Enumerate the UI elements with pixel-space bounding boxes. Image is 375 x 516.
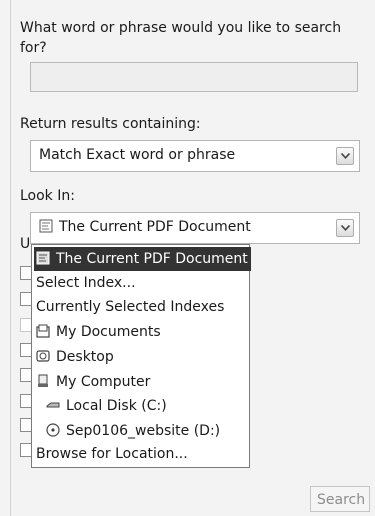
look-in-option-current-pdf[interactable]: The Current PDF Document: [34, 247, 251, 271]
search-input[interactable]: [30, 62, 358, 92]
look-in-option-label: Local Disk (C:): [66, 398, 167, 414]
look-in-option-browse[interactable]: Browse for Location...: [36, 442, 188, 466]
panel-border: [10, 0, 11, 516]
search-question-label: What word or phrase would you like to se…: [20, 20, 342, 56]
optical-drive-icon: [46, 423, 60, 437]
return-results-label: Return results containing:: [20, 116, 201, 132]
look-in-dropdown-button[interactable]: [336, 219, 354, 237]
look-in-option-label: My Computer: [56, 374, 151, 390]
look-in-option-label: My Documents: [56, 324, 161, 340]
hidden-section-label: U: [20, 236, 31, 252]
look-in-dropdown-list: The Current PDF Document Select Index...…: [31, 244, 251, 468]
look-in-select[interactable]: The Current PDF Document: [30, 212, 360, 244]
look-in-selected-text: The Current PDF Document: [59, 219, 251, 235]
chevron-down-icon: [341, 153, 350, 159]
match-type-value: Match Exact word or phrase: [39, 147, 236, 163]
look-in-option-selected-indexes[interactable]: Currently Selected Indexes: [36, 295, 224, 319]
look-in-option-sep0106-website[interactable]: Sep0106_website (D:): [46, 419, 220, 443]
look-in-option-label: Select Index...: [36, 275, 136, 291]
look-in-value: The Current PDF Document: [39, 219, 251, 235]
look-in-option-label: Currently Selected Indexes: [36, 299, 225, 315]
look-in-option-local-disk[interactable]: Local Disk (C:): [46, 394, 167, 418]
search-panel: What word or phrase would you like to se…: [0, 0, 375, 516]
look-in-option-label: Sep0106_website (D:): [66, 423, 221, 439]
folder-documents-icon: [36, 324, 50, 338]
look-in-option-desktop[interactable]: Desktop: [36, 345, 114, 369]
look-in-option-label: The Current PDF Document: [56, 251, 248, 267]
look-in-option-label: Browse for Location...: [36, 446, 188, 462]
look-in-option-my-documents[interactable]: My Documents: [36, 320, 161, 344]
desktop-icon: [36, 350, 50, 362]
look-in-option-label: Desktop: [56, 349, 114, 365]
look-in-label: Look In:: [20, 188, 75, 204]
hard-disk-icon: [46, 402, 60, 408]
pdf-document-icon: [36, 251, 50, 265]
search-button[interactable]: Search: [310, 486, 370, 512]
chevron-down-icon: [341, 225, 350, 231]
match-type-dropdown-button[interactable]: [336, 147, 354, 165]
pdf-document-icon: [39, 219, 53, 233]
computer-icon: [38, 374, 48, 387]
look-in-option-select-index[interactable]: Select Index...: [36, 271, 136, 295]
match-type-select[interactable]: Match Exact word or phrase: [30, 140, 360, 172]
look-in-option-my-computer[interactable]: My Computer: [36, 370, 150, 394]
